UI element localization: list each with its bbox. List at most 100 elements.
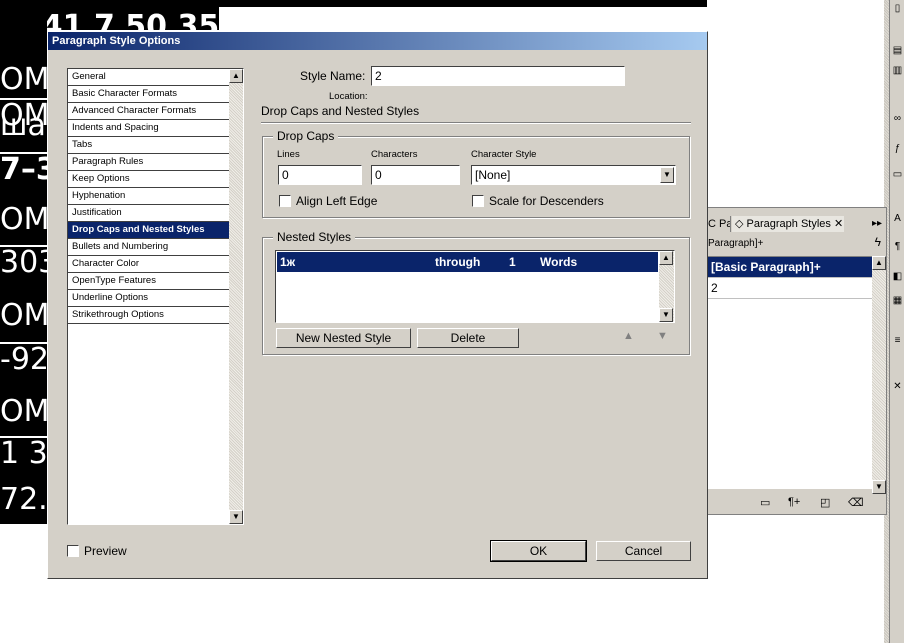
category-item[interactable]: Tabs <box>68 137 229 154</box>
scroll-down-icon[interactable]: ▼ <box>659 308 673 322</box>
tab-label: Paragraph Styles <box>746 218 831 230</box>
trash-icon[interactable]: ⌫ <box>848 496 864 509</box>
nested-style-count: 1 <box>509 255 516 269</box>
drop-caps-group: Drop Caps Lines 0 Characters 0 Character… <box>262 129 690 218</box>
swatch-icon[interactable]: ◧ <box>892 270 903 284</box>
category-item[interactable]: Justification <box>68 205 229 222</box>
category-item[interactable]: Basic Character Formats <box>68 86 229 103</box>
nested-style-name: 1ж <box>280 255 296 269</box>
category-item[interactable]: Bullets and Numbering <box>68 239 229 256</box>
stroke-icon[interactable]: ▭ <box>892 168 903 182</box>
section-title: Drop Caps and Nested Styles <box>261 104 420 118</box>
scroll-up-icon[interactable]: ▲ <box>229 69 243 83</box>
category-item[interactable]: Keep Options <box>68 171 229 188</box>
document-text-line: 72. <box>0 482 47 517</box>
category-item[interactable]: Paragraph Rules <box>68 154 229 171</box>
style-name-label: Style Name: <box>300 69 366 83</box>
character-style-dropdown[interactable]: [None] ▼ <box>471 165 676 185</box>
document-text-line: шая <box>0 108 47 143</box>
document-text-line: ОМН <box>0 202 47 237</box>
move-up-icon[interactable]: ▲ <box>623 330 634 342</box>
nested-styles-list: 1ж through 1 Words ▲ ▼ <box>275 250 675 323</box>
list-item[interactable]: [Basic Paragraph]+ <box>708 257 872 278</box>
characters-label: Characters <box>371 149 418 160</box>
ok-button[interactable]: OK <box>490 540 587 562</box>
category-item-selected[interactable]: Drop Caps and Nested Styles <box>68 222 229 239</box>
preview-checkbox[interactable] <box>67 545 79 557</box>
paragraph-style-options-dialog: Paragraph Style Options General Basic Ch… <box>47 31 708 579</box>
delete-button[interactable]: Delete <box>417 328 519 348</box>
document-text-line: 1 3 <box>0 436 47 471</box>
tab-character-styles[interactable]: C Pa <box>708 216 731 232</box>
paragraph-styles-panel: C Pa ◇ Paragraph Styles ✕ ▸▸ Paragraph]+… <box>707 207 887 515</box>
layers-icon[interactable]: ▥ <box>892 64 903 78</box>
paragraph-icon[interactable]: ¶ <box>892 240 903 254</box>
scale-for-descenders-label: Scale for Descenders <box>489 194 604 208</box>
nested-style-unit: Words <box>540 255 578 269</box>
cancel-button[interactable]: Cancel <box>596 541 691 561</box>
style-name-field[interactable]: 2 <box>371 66 625 86</box>
effects-icon[interactable]: ✕ <box>892 380 903 394</box>
panel-menu-icon[interactable]: ▸▸ <box>872 218 882 229</box>
right-toolbar: ▯ ▤ ▥ ∞ ƒ ▭ A ¶ ◧ ▦ ≡ ✕ <box>889 0 904 643</box>
drop-caps-title: Drop Caps <box>273 129 339 143</box>
tab-paragraph-styles[interactable]: ◇ Paragraph Styles ✕ <box>732 216 844 232</box>
location-label: Location: <box>329 91 368 102</box>
document-text-line: 7–3 <box>0 152 47 186</box>
nested-styles-scrollbar[interactable]: ▲ ▼ <box>659 251 674 322</box>
category-item[interactable]: Hyphenation <box>68 188 229 205</box>
section-divider <box>261 122 691 124</box>
preview-label: Preview <box>84 544 127 558</box>
new-style-icon[interactable]: ◰ <box>820 496 830 509</box>
character-style-value: [None] <box>475 168 511 182</box>
current-style-label: Paragraph]+ <box>708 238 764 249</box>
document-text-line: ОМН <box>0 298 47 333</box>
characters-field[interactable]: 0 <box>371 165 460 185</box>
toolbar-button[interactable]: ▯ <box>892 2 903 16</box>
nested-style-mode: through <box>435 255 481 269</box>
document-text-line: ОМН <box>0 62 47 97</box>
category-item[interactable]: Indents and Spacing <box>68 120 229 137</box>
pages-icon[interactable]: ▤ <box>892 44 903 58</box>
table-icon[interactable]: ▦ <box>892 294 903 308</box>
close-icon[interactable]: ✕ <box>831 218 843 230</box>
document-black-strip <box>219 0 707 7</box>
styles-scrollbar[interactable]: ▲ ▼ <box>872 256 886 494</box>
scroll-up-icon[interactable]: ▲ <box>659 251 673 265</box>
character-style-label: Character Style <box>471 149 537 160</box>
scale-for-descenders-checkbox[interactable] <box>472 195 484 207</box>
category-item[interactable]: General <box>68 69 229 86</box>
category-item[interactable]: Strikethrough Options <box>68 307 229 324</box>
category-item[interactable]: Character Color <box>68 256 229 273</box>
clear-overrides-icon[interactable]: ¶+ <box>788 496 800 508</box>
quick-apply-icon[interactable]: ϟ <box>875 235 881 249</box>
align-left-edge-checkbox[interactable] <box>279 195 291 207</box>
category-scrollbar[interactable]: ▲ ▼ <box>229 69 243 524</box>
chevron-down-icon[interactable]: ▼ <box>660 167 674 183</box>
category-item[interactable]: Advanced Character Formats <box>68 103 229 120</box>
align-icon[interactable]: ≡ <box>892 334 903 348</box>
new-nested-style-button[interactable]: New Nested Style <box>276 328 411 348</box>
scroll-down-icon[interactable]: ▼ <box>229 510 243 524</box>
document-text-line: 303 <box>0 245 47 279</box>
dialog-titlebar[interactable]: Paragraph Style Options <box>48 32 707 50</box>
category-item[interactable]: OpenType Features <box>68 273 229 290</box>
document-text-line: -92( <box>0 342 47 376</box>
character-icon[interactable]: A <box>892 212 903 226</box>
nested-styles-title: Nested Styles <box>273 230 356 244</box>
list-item[interactable]: 2 <box>708 278 872 299</box>
move-down-icon[interactable]: ▼ <box>657 330 668 342</box>
dialog-title: Paragraph Style Options <box>52 35 181 47</box>
nested-style-row[interactable]: 1ж through 1 Words <box>277 252 658 272</box>
folder-icon[interactable]: ▭ <box>760 496 770 509</box>
category-list: General Basic Character Formats Advanced… <box>67 68 244 525</box>
panel-bottom-bar: ▭ ¶+ ◰ ⌫ <box>708 492 886 514</box>
document-text-line: ОМН <box>0 394 47 429</box>
link-icon[interactable]: ∞ <box>892 112 903 126</box>
function-icon[interactable]: ƒ <box>892 142 903 156</box>
lines-label: Lines <box>277 149 300 160</box>
category-item[interactable]: Underline Options <box>68 290 229 307</box>
scroll-up-icon[interactable]: ▲ <box>872 256 886 270</box>
lines-field[interactable]: 0 <box>278 165 362 185</box>
align-left-edge-label: Align Left Edge <box>296 194 378 208</box>
